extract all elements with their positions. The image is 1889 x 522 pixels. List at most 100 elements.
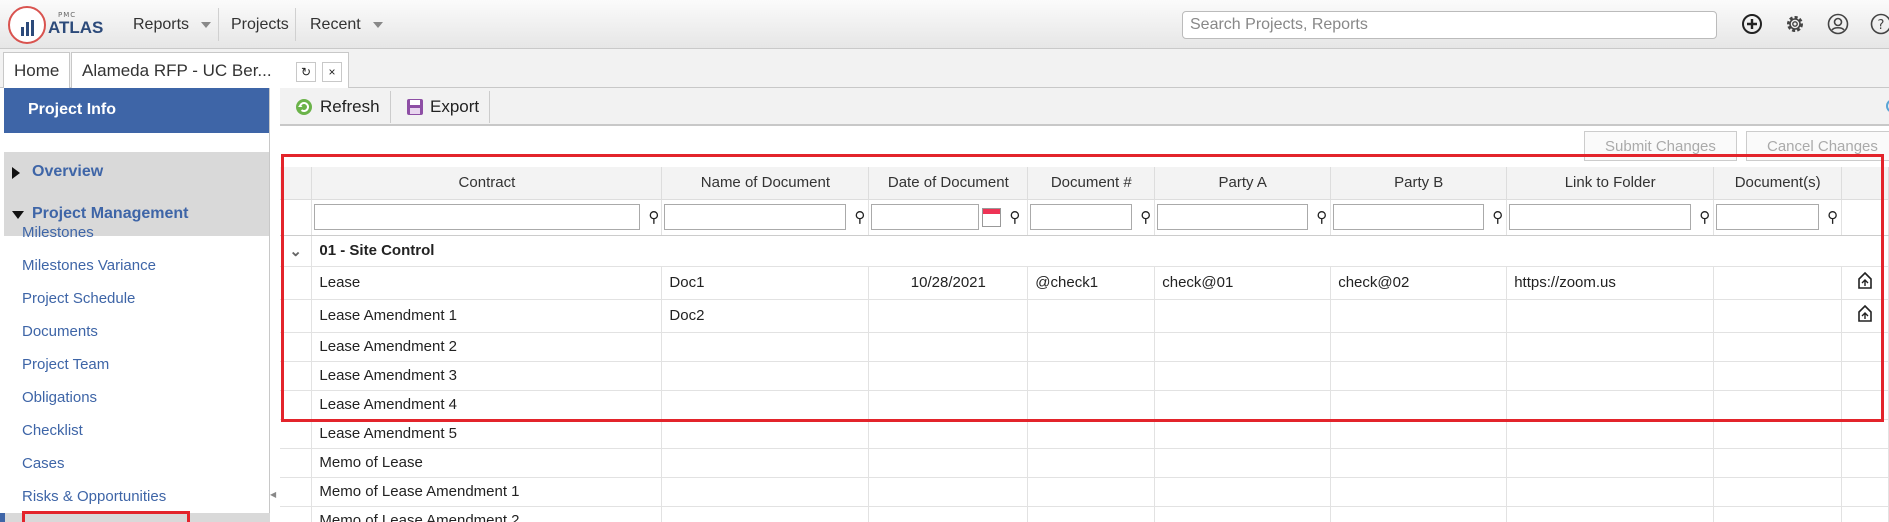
- table-row[interactable]: Lease Amendment 1 Doc2: [280, 299, 1889, 333]
- expand-down-icon: [12, 211, 24, 219]
- filter-icon[interactable]: ⚲: [1492, 208, 1503, 226]
- column-header-documents[interactable]: Document(s): [1713, 167, 1843, 200]
- tab-home[interactable]: Home: [3, 52, 70, 88]
- sidebar-item-project-team[interactable]: Project Team: [22, 356, 109, 373]
- refresh-label: Refresh: [320, 97, 380, 116]
- filter-icon[interactable]: ⚲: [648, 208, 659, 226]
- cell-contract[interactable]: Lease Amendment 4: [311, 390, 663, 420]
- document-upload-icon[interactable]: [1841, 266, 1889, 300]
- nav-recent[interactable]: Recent: [310, 0, 383, 49]
- search-input[interactable]: [1182, 11, 1717, 39]
- cell-contract[interactable]: Memo of Lease Amendment 2: [311, 506, 663, 522]
- sidebar-item-obligations[interactable]: Obligations: [22, 389, 97, 406]
- cell-contract[interactable]: Lease Amendment 5: [311, 419, 663, 449]
- filter-party-b-input[interactable]: [1333, 204, 1485, 230]
- cell-link[interactable]: [1506, 299, 1715, 333]
- save-icon: [407, 99, 423, 115]
- cell-contract[interactable]: Memo of Lease: [311, 448, 663, 478]
- collapse-group-icon[interactable]: ⌄: [280, 235, 313, 267]
- export-button[interactable]: Export: [396, 91, 491, 123]
- refresh-tab-icon[interactable]: ↻: [296, 62, 316, 82]
- table-row[interactable]: Lease Amendment 2: [280, 332, 1889, 362]
- logo-text: ATLAS: [48, 18, 104, 37]
- plus-circle-icon[interactable]: [1740, 12, 1764, 36]
- logo-ring: [8, 6, 46, 44]
- tab-project[interactable]: Alameda RFP - UC Ber... ↻ ×: [71, 52, 349, 88]
- info-icon[interactable]: [1885, 98, 1889, 114]
- table-row[interactable]: Lease Doc1 10/28/2021 @check1 check@01 c…: [280, 266, 1889, 300]
- document-upload-icon[interactable]: [1841, 299, 1889, 333]
- cell-date[interactable]: 10/28/2021: [868, 266, 1029, 300]
- table-row[interactable]: Memo of Lease Amendment 2: [280, 506, 1889, 522]
- sidebar-item-milestones[interactable]: Milestones: [22, 224, 94, 241]
- refresh-icon: [296, 99, 312, 115]
- filter-icon[interactable]: ⚲: [1827, 208, 1838, 226]
- user-icon[interactable]: [1826, 12, 1850, 36]
- documents-grid: Contract Name of Document Date of Docume…: [280, 167, 1889, 522]
- table-row[interactable]: Memo of Lease Amendment 1: [280, 477, 1889, 507]
- submit-changes-button[interactable]: Submit Changes: [1584, 131, 1737, 161]
- filter-icon[interactable]: ⚲: [1699, 208, 1710, 226]
- help-icon[interactable]: ?: [1869, 12, 1889, 36]
- cell-contract[interactable]: Memo of Lease Amendment 1: [311, 477, 663, 507]
- gear-icon[interactable]: [1783, 12, 1807, 36]
- cell-name[interactable]: Doc2: [661, 299, 870, 333]
- cell-party-a[interactable]: check@01: [1154, 266, 1332, 300]
- collapse-sidebar-icon[interactable]: ◀: [270, 490, 276, 499]
- filter-name-input[interactable]: [664, 204, 847, 230]
- filter-link-input[interactable]: [1509, 204, 1692, 230]
- actions-column-header: [1841, 167, 1889, 200]
- filter-icon[interactable]: ⚲: [1140, 208, 1151, 226]
- cell-party-b[interactable]: check@02: [1330, 266, 1508, 300]
- column-header-number[interactable]: Document #: [1027, 167, 1156, 200]
- cell-date[interactable]: [868, 299, 1029, 333]
- cell-name[interactable]: Doc1: [661, 266, 870, 300]
- cell-contract[interactable]: Lease Amendment 1: [311, 299, 663, 333]
- sidebar-item-project-schedule[interactable]: Project Schedule: [22, 290, 135, 307]
- filter-number-input[interactable]: [1030, 204, 1133, 230]
- table-row[interactable]: Lease Amendment 4: [280, 390, 1889, 420]
- filter-icon[interactable]: ⚲: [1316, 208, 1327, 226]
- cell-contract[interactable]: Lease: [311, 266, 663, 300]
- column-header-contract[interactable]: Contract: [311, 167, 663, 200]
- table-row[interactable]: Memo of Lease: [280, 448, 1889, 478]
- sidebar-item-documents[interactable]: Documents: [22, 323, 98, 340]
- sidebar-item-checklist[interactable]: Checklist: [22, 422, 83, 439]
- close-tab-icon[interactable]: ×: [322, 62, 342, 82]
- cell-link[interactable]: https://zoom.us: [1506, 266, 1715, 300]
- nav-projects[interactable]: Projects: [231, 0, 289, 49]
- group-label: 01 - Site Control: [311, 235, 1889, 267]
- cell-documents[interactable]: [1713, 266, 1843, 300]
- cancel-changes-button[interactable]: Cancel Changes: [1746, 131, 1889, 161]
- sidebar-item-milestones-variance[interactable]: Milestones Variance: [22, 257, 156, 274]
- table-row[interactable]: Lease Amendment 5: [280, 419, 1889, 449]
- cell-contract[interactable]: Lease Amendment 2: [311, 332, 663, 362]
- filter-icon[interactable]: ⚲: [1009, 208, 1020, 226]
- sidebar-item-risks-opportunities[interactable]: Risks & Opportunities: [22, 488, 166, 505]
- cell-party-b[interactable]: [1330, 299, 1508, 333]
- column-header-date[interactable]: Date of Document: [868, 167, 1029, 200]
- grid-toolbar: Refresh Export: [280, 88, 1889, 126]
- nav-reports[interactable]: Reports: [133, 0, 212, 49]
- cell-party-a[interactable]: [1154, 299, 1332, 333]
- filter-documents-input[interactable]: [1716, 204, 1820, 230]
- sidebar-group-overview[interactable]: Overview: [4, 152, 269, 194]
- column-header-link[interactable]: Link to Folder: [1506, 167, 1715, 200]
- filter-date-input[interactable]: [871, 204, 980, 230]
- cell-number[interactable]: @check1: [1027, 266, 1156, 300]
- cell-number[interactable]: [1027, 299, 1156, 333]
- filter-icon[interactable]: ⚲: [854, 208, 865, 226]
- column-header-name[interactable]: Name of Document: [661, 167, 870, 200]
- filter-contract-input[interactable]: [314, 204, 641, 230]
- table-row[interactable]: Lease Amendment 3: [280, 361, 1889, 391]
- column-header-party-b[interactable]: Party B: [1330, 167, 1508, 200]
- group-row[interactable]: ⌄ 01 - Site Control: [280, 235, 1889, 267]
- atlas-logo[interactable]: PMC ATLAS: [8, 6, 103, 44]
- refresh-button[interactable]: Refresh: [284, 91, 391, 123]
- cell-documents[interactable]: [1713, 299, 1843, 333]
- column-header-party-a[interactable]: Party A: [1154, 167, 1332, 200]
- sidebar-item-cases[interactable]: Cases: [22, 455, 65, 472]
- calendar-icon[interactable]: [982, 207, 1002, 227]
- cell-contract[interactable]: Lease Amendment 3: [311, 361, 663, 391]
- filter-party-a-input[interactable]: [1157, 204, 1309, 230]
